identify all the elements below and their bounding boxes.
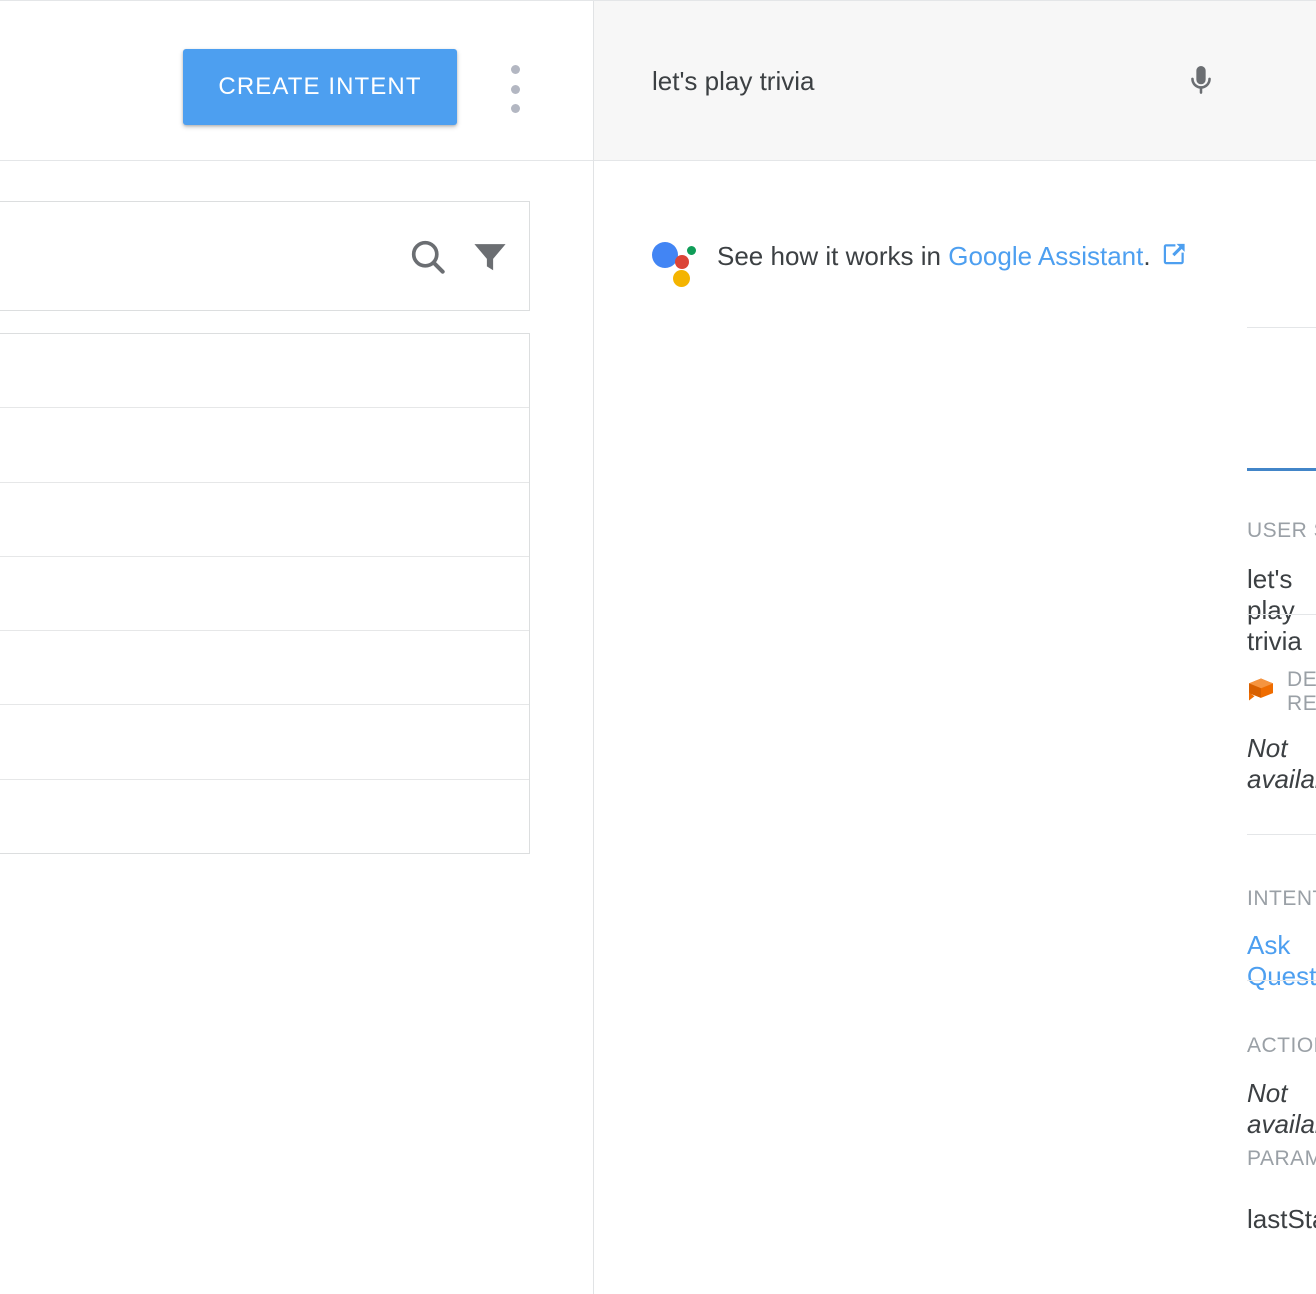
- list-item[interactable]: [0, 631, 529, 706]
- create-intent-button[interactable]: CREATE INTENT: [183, 49, 457, 125]
- parameter-column-header: PARAMETER: [1247, 1147, 1316, 1170]
- search-input[interactable]: [0, 202, 331, 310]
- intents-toolbar: CREATE INTENT: [0, 1, 593, 161]
- banner-prefix: See how it works in: [717, 240, 949, 271]
- divider-intent: [1247, 980, 1316, 981]
- intent-list: [0, 333, 530, 854]
- list-item[interactable]: [0, 780, 529, 854]
- kebab-dot-3: [510, 104, 520, 113]
- more-options-icon[interactable]: [503, 65, 527, 113]
- divider-default-response: [1247, 834, 1316, 835]
- user-says-header: USER SAYS COPY CURL: [1247, 519, 1316, 549]
- simulator-query-input[interactable]: [652, 57, 1172, 105]
- filter-icon[interactable]: [468, 235, 512, 279]
- list-item[interactable]: [0, 408, 529, 483]
- search-icon[interactable]: [406, 235, 450, 279]
- google-assistant-banner[interactable]: See how it works in Google Assistant.: [652, 223, 1272, 291]
- open-in-new-icon[interactable]: [1160, 240, 1188, 275]
- action-value: Not available: [1247, 1078, 1316, 1139]
- simulator-panel: See how it works in Google Assistant. Ag…: [594, 1, 1316, 1294]
- banner-suffix: .: [1143, 240, 1151, 271]
- banner-text: See how it works in Google Assistant.: [717, 240, 1188, 275]
- intents-left-panel: CREATE INTENT: [0, 1, 593, 1294]
- dialogflow-console: CREATE INTENT let's play trivia See how …: [0, 0, 1316, 1294]
- list-item[interactable]: [0, 557, 529, 632]
- list-item[interactable]: [0, 334, 529, 409]
- google-assistant-link[interactable]: Google Assistant: [948, 241, 1143, 271]
- user-says-value: let's play trivia: [1247, 564, 1302, 656]
- divider-user-says: [1247, 614, 1316, 615]
- kebab-dot-1: [510, 65, 520, 74]
- default-response-header[interactable]: DEFAULT RESPONSE: [1247, 668, 1316, 715]
- microphone-icon[interactable]: [1178, 57, 1224, 105]
- google-assistant-logo-icon: [652, 237, 698, 287]
- list-item[interactable]: [0, 483, 529, 557]
- action-label: ACTION: [1247, 1034, 1316, 1057]
- tab-active-indicator: [1247, 468, 1316, 471]
- dialogflow-cube-icon: [1247, 677, 1275, 707]
- simulator-header: [594, 1, 1316, 161]
- default-response-label: DEFAULT RESPONSE: [1287, 668, 1316, 715]
- kebab-dot-2: [510, 84, 520, 94]
- logo-dot-yellow: [673, 270, 690, 287]
- logo-dot-blue: [652, 242, 678, 268]
- divider-banner: [1247, 327, 1316, 328]
- tab-agent[interactable]: Agent: [1247, 386, 1316, 469]
- intent-search-box: [0, 201, 530, 311]
- list-item[interactable]: [0, 705, 529, 780]
- table-row: lastState: [1247, 1204, 1316, 1244]
- parameter-name: lastState: [1247, 1204, 1316, 1234]
- intent-value-link[interactable]: Ask Question: [1247, 930, 1316, 992]
- simulator-tabs: Agent: [1247, 386, 1316, 471]
- logo-dot-red: [675, 255, 689, 269]
- logo-dot-green: [687, 246, 696, 255]
- intent-label: INTENT: [1247, 887, 1316, 910]
- user-says-label: USER SAYS: [1247, 519, 1316, 542]
- default-response-value: Not available: [1247, 733, 1316, 794]
